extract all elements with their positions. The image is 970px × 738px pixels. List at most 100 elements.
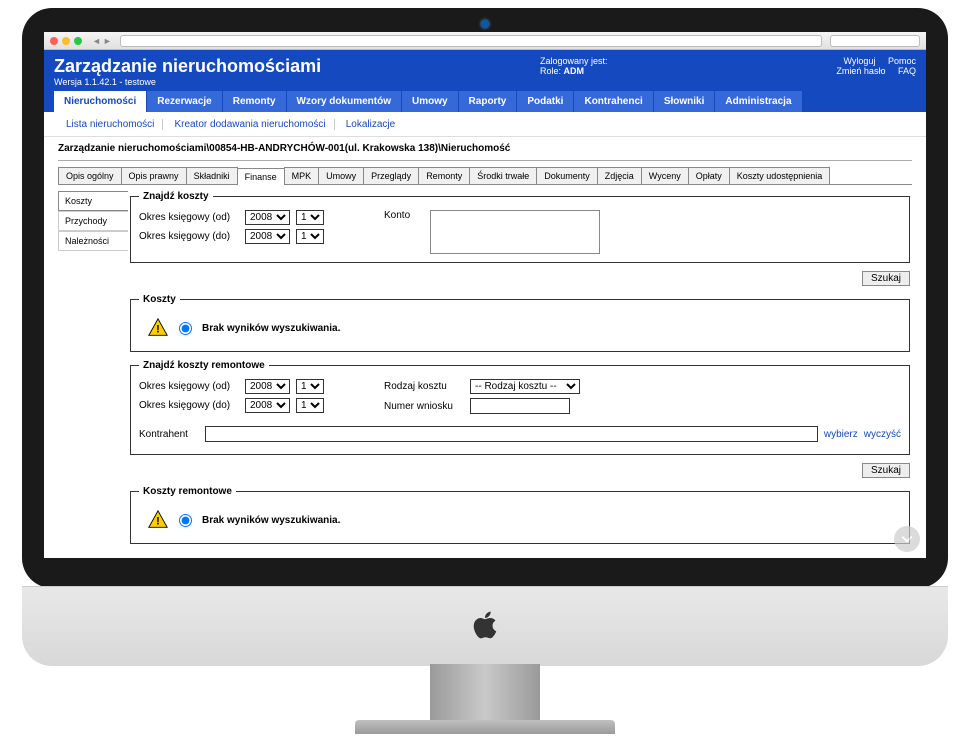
- cost-type-label: Rodzaj kosztu: [384, 381, 464, 392]
- url-bar[interactable]: [120, 35, 822, 47]
- itab-remonty[interactable]: Remonty: [418, 167, 470, 184]
- itab-opis-ogolny[interactable]: Opis ogólny: [58, 167, 122, 184]
- svg-text:!: !: [156, 516, 160, 528]
- itab-srodki[interactable]: Środki trwałe: [469, 167, 537, 184]
- itab-wyceny[interactable]: Wyceny: [641, 167, 689, 184]
- itab-umowy[interactable]: Umowy: [318, 167, 364, 184]
- year-from-select-2[interactable]: 2008: [245, 379, 290, 394]
- find-costs-fieldset: Znajdź koszty Okres księgowy (od) 2008 1: [130, 191, 910, 263]
- side-przychody[interactable]: Przychody: [58, 211, 128, 231]
- subnav-kreator[interactable]: Kreator dodawania nieruchomości: [166, 119, 334, 130]
- repair-costs-results-legend: Koszty remontowe: [139, 486, 236, 497]
- login-info: Zalogowany jest: Role: ADM: [540, 56, 608, 87]
- monitor-chin: [22, 586, 948, 666]
- subnav-lokalizacje[interactable]: Lokalizacje: [338, 119, 403, 130]
- search-button-2[interactable]: Szukaj: [862, 463, 910, 478]
- year-to-select-2[interactable]: 2008: [245, 398, 290, 413]
- svg-text:!: !: [156, 324, 160, 336]
- monitor-base: [355, 720, 615, 734]
- nav-tab-remonty[interactable]: Remonty: [223, 91, 287, 112]
- app-title: Zarządzanie nieruchomościami: [54, 56, 321, 77]
- konto-listbox[interactable]: [430, 210, 600, 254]
- itab-koszty-udost[interactable]: Koszty udostępnienia: [729, 167, 831, 184]
- itab-skladniki[interactable]: Składniki: [186, 167, 238, 184]
- camera-dot: [481, 20, 489, 28]
- breadcrumb: Zarządzanie nieruchomościami\00854-HB-AN…: [58, 143, 912, 161]
- contractor-label: Kontrahent: [139, 429, 199, 440]
- monitor-stand: [430, 664, 540, 724]
- month-to-select[interactable]: 1: [296, 229, 324, 244]
- maximize-window-icon[interactable]: [74, 37, 82, 45]
- konto-label: Konto: [384, 210, 410, 221]
- find-repair-costs-fieldset: Znajdź koszty remontowe Okres księgowy (…: [130, 360, 910, 455]
- back-icon[interactable]: ◄: [92, 36, 101, 46]
- nav-tab-slowniki[interactable]: Słowniki: [654, 91, 716, 112]
- side-naleznosci[interactable]: Należności: [58, 231, 128, 251]
- repair-costs-results-fieldset: Koszty remontowe ! Brak wyników wyszukiw…: [130, 486, 910, 544]
- find-repair-costs-legend: Znajdź koszty remontowe: [139, 360, 269, 371]
- itab-dokumenty[interactable]: Dokumenty: [536, 167, 598, 184]
- logged-label: Zalogowany jest:: [540, 56, 608, 66]
- itab-przeglady[interactable]: Przeglądy: [363, 167, 419, 184]
- request-no-label: Numer wniosku: [384, 401, 464, 412]
- year-from-select[interactable]: 2008: [245, 210, 290, 225]
- faq-link[interactable]: FAQ: [898, 66, 916, 76]
- itab-finanse[interactable]: Finanse: [237, 168, 285, 185]
- search-button-1[interactable]: Szukaj: [862, 271, 910, 286]
- month-from-select[interactable]: 1: [296, 210, 324, 225]
- subnav-lista[interactable]: Lista nieruchomości: [58, 119, 163, 130]
- month-to-select-2[interactable]: 1: [296, 398, 324, 413]
- nav-tab-podatki[interactable]: Podatki: [517, 91, 574, 112]
- select-contractor-link[interactable]: wybierz: [824, 429, 858, 440]
- month-from-select-2[interactable]: 1: [296, 379, 324, 394]
- sub-nav: Lista nieruchomości Kreator dodawania ni…: [44, 112, 926, 137]
- browser-search[interactable]: [830, 35, 920, 47]
- period-from-label-2: Okres księgowy (od): [139, 381, 239, 392]
- cost-type-select[interactable]: -- Rodzaj kosztu --: [470, 379, 580, 394]
- apple-logo-icon: [471, 608, 499, 645]
- inner-tabs: Opis ogólny Opis prawny Składniki Finans…: [58, 167, 912, 185]
- help-link[interactable]: Pomoc: [888, 56, 916, 66]
- minimize-window-icon[interactable]: [62, 37, 70, 45]
- costs-results-legend: Koszty: [139, 294, 180, 305]
- itab-mpk[interactable]: MPK: [284, 167, 320, 184]
- itab-zdjecia[interactable]: Zdjęcia: [597, 167, 642, 184]
- itab-oplaty[interactable]: Opłaty: [688, 167, 730, 184]
- year-to-select[interactable]: 2008: [245, 229, 290, 244]
- role-value: ADM: [564, 66, 585, 76]
- app-version: Wersja 1.1.42.1 - testowe: [54, 77, 321, 87]
- browser-chrome: ◄ ►: [44, 32, 926, 50]
- clear-contractor-link[interactable]: wyczyść: [864, 429, 901, 440]
- no-results-radio-1[interactable]: [179, 322, 192, 335]
- nav-tab-administracja[interactable]: Administracja: [715, 91, 802, 112]
- app-header: Zarządzanie nieruchomościami Wersja 1.1.…: [44, 50, 926, 87]
- nav-tab-raporty[interactable]: Raporty: [459, 91, 518, 112]
- itab-opis-prawny[interactable]: Opis prawny: [121, 167, 187, 184]
- contractor-input[interactable]: [205, 426, 818, 442]
- no-results-msg-1: Brak wyników wyszukiwania.: [202, 323, 340, 334]
- nav-tab-wzory[interactable]: Wzory dokumentów: [287, 91, 402, 112]
- no-results-radio-2[interactable]: [179, 514, 192, 527]
- nav-tab-rezerwacje[interactable]: Rezerwacje: [147, 91, 222, 112]
- role-label: Role:: [540, 66, 561, 76]
- request-no-input[interactable]: [470, 398, 570, 414]
- traffic-lights: [50, 37, 82, 45]
- side-koszty[interactable]: Koszty: [58, 191, 128, 211]
- close-window-icon[interactable]: [50, 37, 58, 45]
- scroll-down-icon[interactable]: [894, 526, 920, 552]
- no-results-msg-2: Brak wyników wyszukiwania.: [202, 515, 340, 526]
- main-nav: Nieruchomości Rezerwacje Remonty Wzory d…: [44, 87, 926, 112]
- change-password-link[interactable]: Zmień hasło: [836, 66, 885, 76]
- period-from-label: Okres księgowy (od): [139, 212, 239, 223]
- period-to-label: Okres księgowy (do): [139, 231, 239, 242]
- warning-icon: !: [147, 317, 169, 339]
- nav-tab-nieruchomosci[interactable]: Nieruchomości: [54, 91, 147, 112]
- nav-tab-kontrahenci[interactable]: Kontrahenci: [574, 91, 653, 112]
- nav-tab-umowy[interactable]: Umowy: [402, 91, 459, 112]
- period-to-label-2: Okres księgowy (do): [139, 400, 239, 411]
- find-costs-legend: Znajdź koszty: [139, 191, 213, 202]
- forward-icon[interactable]: ►: [103, 36, 112, 46]
- side-menu: Koszty Przychody Należności: [58, 185, 128, 558]
- browser-nav: ◄ ►: [92, 36, 112, 46]
- logout-link[interactable]: Wyloguj: [844, 56, 876, 66]
